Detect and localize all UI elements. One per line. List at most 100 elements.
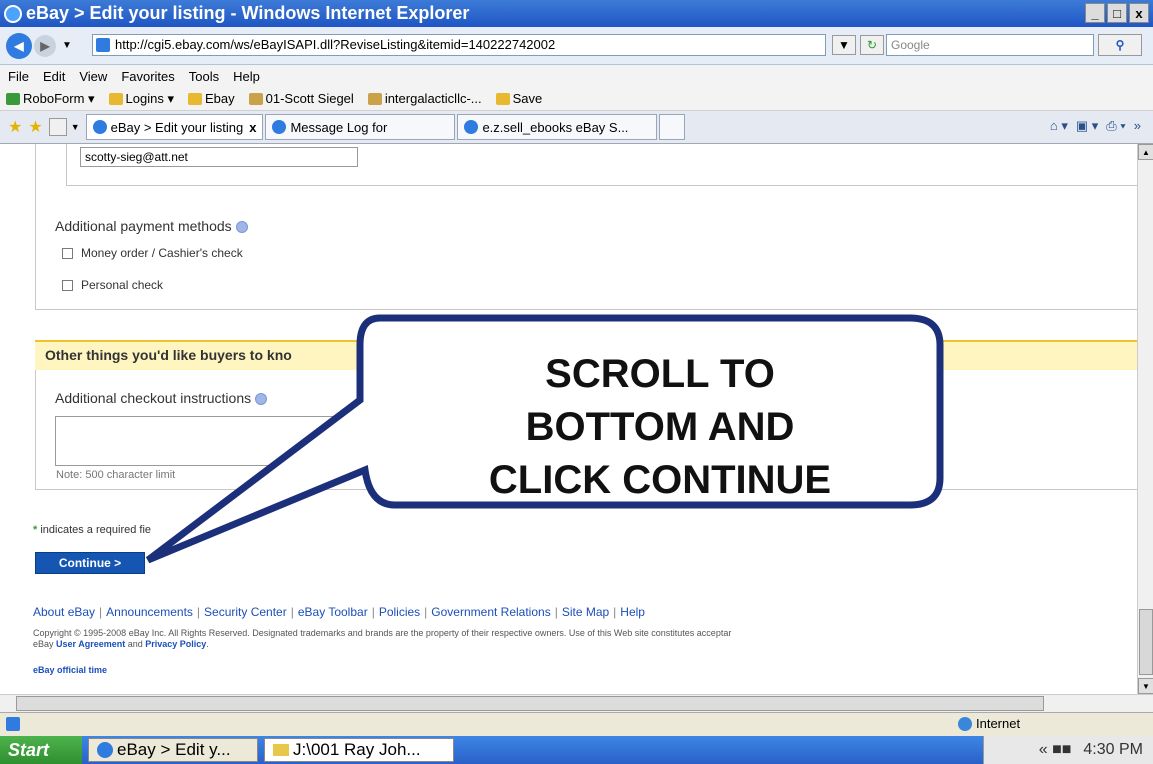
menu-view[interactable]: View bbox=[79, 69, 107, 84]
identity-icon bbox=[367, 92, 382, 105]
task-label: eBay > Edit y... bbox=[117, 740, 231, 759]
menu-file[interactable]: File bbox=[8, 69, 29, 84]
checkbox-icon[interactable] bbox=[62, 279, 73, 291]
scroll-up-icon[interactable]: ▲ bbox=[1138, 144, 1153, 160]
roboform-icon bbox=[6, 92, 20, 105]
logins-icon bbox=[108, 92, 123, 105]
link-scott-siegel[interactable]: 01-Scott Siegel bbox=[248, 91, 354, 106]
character-limit-note: Note: 500 character limit bbox=[56, 469, 176, 481]
vertical-scrollbar[interactable]: ▲ ▼ bbox=[1137, 144, 1153, 694]
menu-tools[interactable]: Tools bbox=[189, 69, 219, 84]
window-titlebar: eBay > Edit your listing - Windows Inter… bbox=[0, 0, 1153, 27]
checkbox-icon[interactable] bbox=[62, 247, 73, 259]
save-icon bbox=[495, 92, 510, 105]
scroll-thumb[interactable] bbox=[1139, 609, 1153, 675]
ie-page-icon bbox=[92, 120, 107, 134]
copyright-line-2: eBay User Agreement and Privacy Policy. bbox=[33, 639, 209, 649]
links-toolbar: RoboForm ▾ Logins ▾ Ebay 01-Scott Siegel… bbox=[0, 87, 1153, 111]
copyright-and: and bbox=[125, 639, 146, 649]
tab-new[interactable] bbox=[659, 114, 686, 140]
address-url: http://cgi5.ebay.com/ws/eBayISAPI.dll?Re… bbox=[115, 37, 556, 52]
menu-edit[interactable]: Edit bbox=[43, 69, 65, 84]
clock: 4:30 PM bbox=[1083, 741, 1143, 758]
search-input[interactable]: Google bbox=[886, 34, 1094, 56]
address-toolbar: ◀ ▶ ▼ http://cgi5.ebay.com/ws/eBayISAPI.… bbox=[0, 27, 1153, 65]
back-button[interactable]: ◀ bbox=[6, 32, 32, 59]
tab-label: e.z.sell_ebooks eBay S... bbox=[482, 119, 629, 135]
ie-logo-icon bbox=[4, 4, 22, 23]
checkout-instructions-textarea[interactable] bbox=[55, 416, 365, 466]
link-logins[interactable]: Logins ▾ bbox=[108, 91, 174, 107]
maximize-button[interactable]: □ bbox=[1107, 3, 1127, 23]
print-icon[interactable]: ⎙ ▾ bbox=[1106, 118, 1125, 134]
more-tools-icon[interactable]: » bbox=[1134, 118, 1141, 134]
tab-ebooks[interactable]: e.z.sell_ebooks eBay S... bbox=[457, 114, 658, 140]
menu-help[interactable]: Help bbox=[233, 69, 260, 84]
checkout-instructions-text: Additional checkout instructions bbox=[55, 390, 252, 406]
footer-links: About eBay | Announcements | Security Center… bbox=[33, 605, 645, 619]
search-button[interactable]: ⚲ bbox=[1098, 34, 1142, 56]
menu-favorites[interactable]: Favorites bbox=[121, 69, 174, 84]
taskbar-item-folder[interactable]: J:\001 Ray Joh... bbox=[264, 738, 454, 762]
horizontal-scroll-thumb[interactable] bbox=[16, 696, 1044, 711]
add-favorite-icon[interactable]: ★ bbox=[28, 117, 42, 137]
required-field-note: * indicates a required fie bbox=[33, 524, 151, 536]
ebay-folder-icon bbox=[188, 92, 202, 105]
personal-check-checkbox[interactable]: Personal check bbox=[62, 278, 163, 292]
info-icon[interactable] bbox=[255, 393, 268, 406]
ie-page-icon bbox=[272, 120, 287, 134]
footer-link-sitemap[interactable]: Site Map bbox=[562, 605, 609, 619]
close-window-button[interactable]: x bbox=[1129, 3, 1149, 23]
task-label: J:\001 Ray Joh... bbox=[293, 740, 421, 759]
continue-button[interactable]: Continue > bbox=[35, 552, 145, 574]
refresh-icon[interactable]: ↻ bbox=[860, 35, 884, 55]
footer-link-toolbar[interactable]: eBay Toolbar bbox=[298, 605, 368, 619]
tab-edit-listing[interactable]: eBay > Edit your listing x bbox=[85, 114, 264, 140]
address-dropdown-icon[interactable]: ▼ bbox=[832, 35, 856, 55]
taskbar-item-ebay[interactable]: eBay > Edit y... bbox=[88, 738, 258, 762]
menu-bar: File Edit View Favorites Tools Help bbox=[0, 65, 1153, 87]
footer-link-about[interactable]: About eBay bbox=[33, 605, 95, 619]
horizontal-scrollbar[interactable] bbox=[0, 694, 1153, 712]
paypal-email-field[interactable]: scotty-sieg@att.net bbox=[80, 147, 358, 167]
link-roboform[interactable]: RoboForm ▾ bbox=[6, 91, 95, 107]
footer-link-security[interactable]: Security Center bbox=[204, 605, 287, 619]
footer-link-policies[interactable]: Policies bbox=[379, 605, 420, 619]
identity-icon bbox=[248, 92, 263, 105]
security-zone[interactable]: Internet bbox=[958, 716, 1020, 731]
additional-payment-text: Additional payment methods bbox=[55, 218, 232, 234]
tray-icons[interactable]: « ■■ bbox=[1039, 741, 1072, 759]
page-content: scotty-sieg@att.net Additional payment m… bbox=[0, 144, 1137, 694]
info-icon[interactable] bbox=[235, 221, 248, 234]
user-agreement-link[interactable]: User Agreement bbox=[56, 639, 125, 649]
money-order-checkbox[interactable]: Money order / Cashier's check bbox=[62, 246, 243, 260]
ie-task-icon bbox=[97, 742, 113, 758]
feeds-icon[interactable]: ▣ ▾ bbox=[1076, 118, 1098, 134]
footer-link-government[interactable]: Government Relations bbox=[431, 605, 550, 619]
dropdown-arrow-icon[interactable]: ▼ bbox=[62, 40, 72, 51]
internet-globe-icon bbox=[958, 716, 972, 731]
privacy-policy-link[interactable]: Privacy Policy bbox=[145, 639, 206, 649]
copyright-text: Copyright © 1995-2008 eBay Inc. All Righ… bbox=[33, 628, 731, 650]
copyright-prefix: eBay bbox=[33, 639, 57, 649]
ebay-official-time-link[interactable]: eBay official time bbox=[33, 665, 107, 675]
link-intergalactic[interactable]: intergalacticllc-... bbox=[367, 91, 482, 106]
home-icon[interactable]: ⌂ ▾ bbox=[1050, 118, 1068, 134]
footer-link-announcements[interactable]: Announcements bbox=[106, 605, 193, 619]
scroll-down-icon[interactable]: ▼ bbox=[1138, 678, 1153, 694]
tab-message-log[interactable]: Message Log for bbox=[265, 114, 456, 140]
link-save[interactable]: Save bbox=[495, 91, 542, 106]
money-order-label: Money order / Cashier's check bbox=[81, 246, 243, 260]
tab-bar: ★ ★ ▼ eBay > Edit your listing x Message… bbox=[0, 111, 1153, 144]
favorites-star-icon[interactable]: ★ bbox=[8, 117, 22, 137]
link-ebay[interactable]: Ebay bbox=[188, 91, 235, 106]
minimize-button[interactable]: _ bbox=[1085, 3, 1105, 23]
footer-link-help[interactable]: Help bbox=[620, 605, 645, 619]
address-field[interactable]: http://cgi5.ebay.com/ws/eBayISAPI.dll?Re… bbox=[92, 34, 826, 56]
close-tab-icon[interactable]: x bbox=[249, 120, 256, 135]
tab-list-icon[interactable]: ▼ bbox=[71, 122, 80, 132]
start-button[interactable]: Start bbox=[0, 736, 82, 764]
quick-tabs-icon[interactable] bbox=[48, 118, 67, 136]
forward-button[interactable]: ▶ bbox=[34, 34, 56, 57]
status-bar: Internet bbox=[0, 712, 1153, 736]
